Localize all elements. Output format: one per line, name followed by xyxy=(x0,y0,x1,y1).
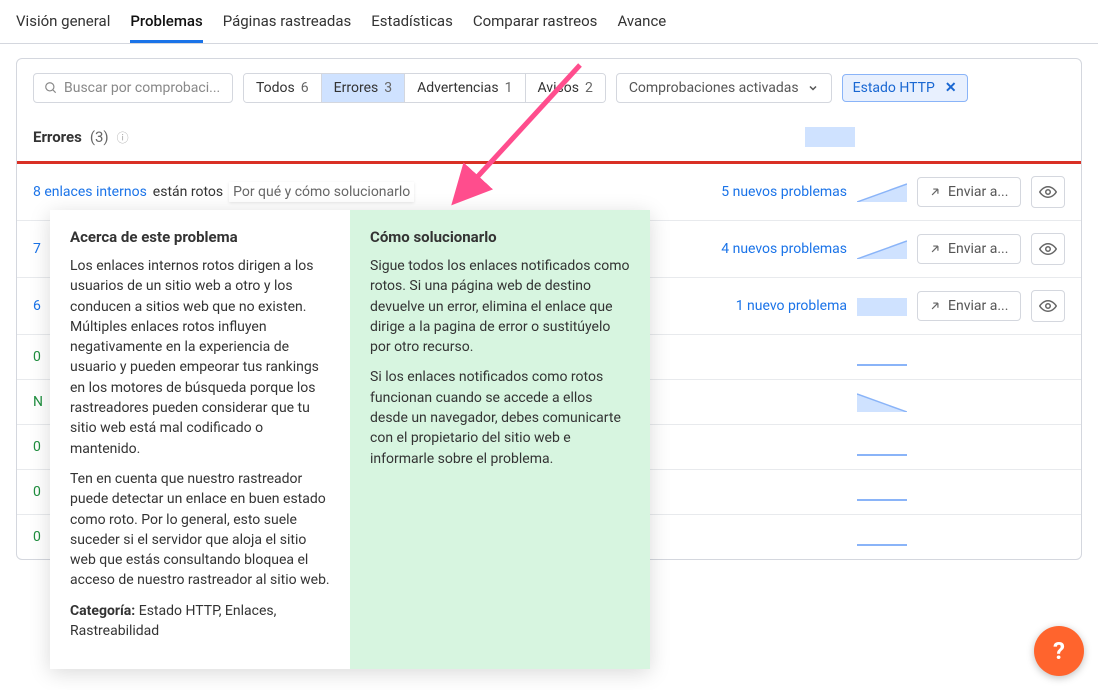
popover-about-title: Acerca de este problema xyxy=(70,228,330,246)
eye-icon xyxy=(1039,240,1057,258)
tab-problems[interactable]: Problemas xyxy=(130,12,202,43)
tab-compare[interactable]: Comparar rastreos xyxy=(473,12,598,43)
filter-bar: Buscar por comprobaci... Todos 6 Errores… xyxy=(17,59,1081,117)
issue-count-link[interactable]: 7 xyxy=(33,241,41,257)
new-problems-count[interactable]: 5 nuevos problemas xyxy=(687,184,847,200)
seg-notices[interactable]: Avisos 2 xyxy=(526,74,605,102)
issue-count-link[interactable]: 0 xyxy=(33,529,41,545)
sparkline xyxy=(857,392,907,412)
issue-count-link[interactable]: 0 xyxy=(33,484,41,500)
sparkline xyxy=(857,437,907,457)
sparkline xyxy=(857,182,907,202)
filter-chip-http-status: Estado HTTP ✕ xyxy=(842,74,968,102)
chip-remove-icon[interactable]: ✕ xyxy=(945,80,957,96)
info-icon[interactable]: ⓘ xyxy=(117,129,129,146)
issue-count-link[interactable]: 0 xyxy=(33,439,41,455)
popover-about: Acerca de este problema Los enlaces inte… xyxy=(50,210,350,669)
popover-fix-title: Cómo solucionarlo xyxy=(370,228,630,246)
section-sparkline xyxy=(805,127,855,147)
help-fab[interactable]: ? xyxy=(1034,626,1084,676)
issue-help-popover: Acerca de este problema Los enlaces inte… xyxy=(50,210,650,669)
checks-dropdown[interactable]: Comprobaciones activadas xyxy=(616,73,832,103)
search-placeholder: Buscar por comprobaci... xyxy=(64,80,220,96)
chevron-down-icon xyxy=(807,82,819,94)
sparkline xyxy=(857,347,907,367)
view-button[interactable] xyxy=(1031,290,1065,322)
popover-about-text-1: Los enlaces internos rotos dirigen a los… xyxy=(70,256,330,459)
seg-all[interactable]: Todos 6 xyxy=(244,74,322,102)
tab-statistics[interactable]: Estadísticas xyxy=(371,12,453,43)
send-button[interactable]: Enviar a... xyxy=(917,291,1021,321)
popover-fix-text-1: Sigue todos los enlaces notificados como… xyxy=(370,256,630,357)
eye-icon xyxy=(1039,297,1057,315)
popover-fix-text-2: Si los enlaces notificados como rotos fu… xyxy=(370,367,630,468)
new-problems-count[interactable]: 4 nuevos problemas xyxy=(687,241,847,257)
tab-progress[interactable]: Avance xyxy=(617,12,666,43)
why-how-link[interactable]: Por qué y cómo solucionarlo xyxy=(229,182,414,202)
issue-count-link[interactable]: 8 enlaces internos xyxy=(33,184,147,200)
new-problems-count[interactable]: 1 nuevo problema xyxy=(687,298,847,314)
section-header: Errores (3) ⓘ xyxy=(17,117,1081,161)
severity-filter: Todos 6 Errores 3 Advertencias 1 Avisos … xyxy=(243,73,606,103)
issue-count-link[interactable]: 6 xyxy=(33,298,41,314)
main-tabs: Visión general Problemas Páginas rastrea… xyxy=(0,0,1098,44)
popover-category: Categoría: Estado HTTP, Enlaces, Rastrea… xyxy=(70,601,330,642)
section-title: Errores xyxy=(33,128,82,146)
view-button[interactable] xyxy=(1031,233,1065,265)
send-button[interactable]: Enviar a... xyxy=(917,234,1021,264)
issue-count-link[interactable]: 0 xyxy=(33,349,41,365)
search-input[interactable]: Buscar por comprobaci... xyxy=(33,73,233,103)
issue-text: 8 enlaces internos están rotos Por qué y… xyxy=(33,182,677,202)
section-count: (3) xyxy=(90,128,109,146)
share-icon xyxy=(928,299,942,313)
send-button[interactable]: Enviar a... xyxy=(917,177,1021,207)
share-icon xyxy=(928,185,942,199)
sparkline xyxy=(857,482,907,502)
share-icon xyxy=(928,242,942,256)
seg-errors[interactable]: Errores 3 xyxy=(322,74,405,102)
search-icon xyxy=(44,81,58,95)
eye-icon xyxy=(1039,183,1057,201)
sparkline xyxy=(857,296,907,316)
popover-fix: Cómo solucionarlo Sigue todos los enlace… xyxy=(350,210,650,669)
issue-count-link[interactable]: N xyxy=(33,394,43,410)
seg-warnings[interactable]: Advertencias 1 xyxy=(405,74,525,102)
sparkline xyxy=(857,527,907,547)
tab-crawled-pages[interactable]: Páginas rastreadas xyxy=(223,12,352,43)
view-button[interactable] xyxy=(1031,176,1065,208)
tab-overview[interactable]: Visión general xyxy=(16,12,110,43)
popover-about-text-2: Ten en cuenta que nuestro rastreador pue… xyxy=(70,469,330,591)
sparkline xyxy=(857,239,907,259)
